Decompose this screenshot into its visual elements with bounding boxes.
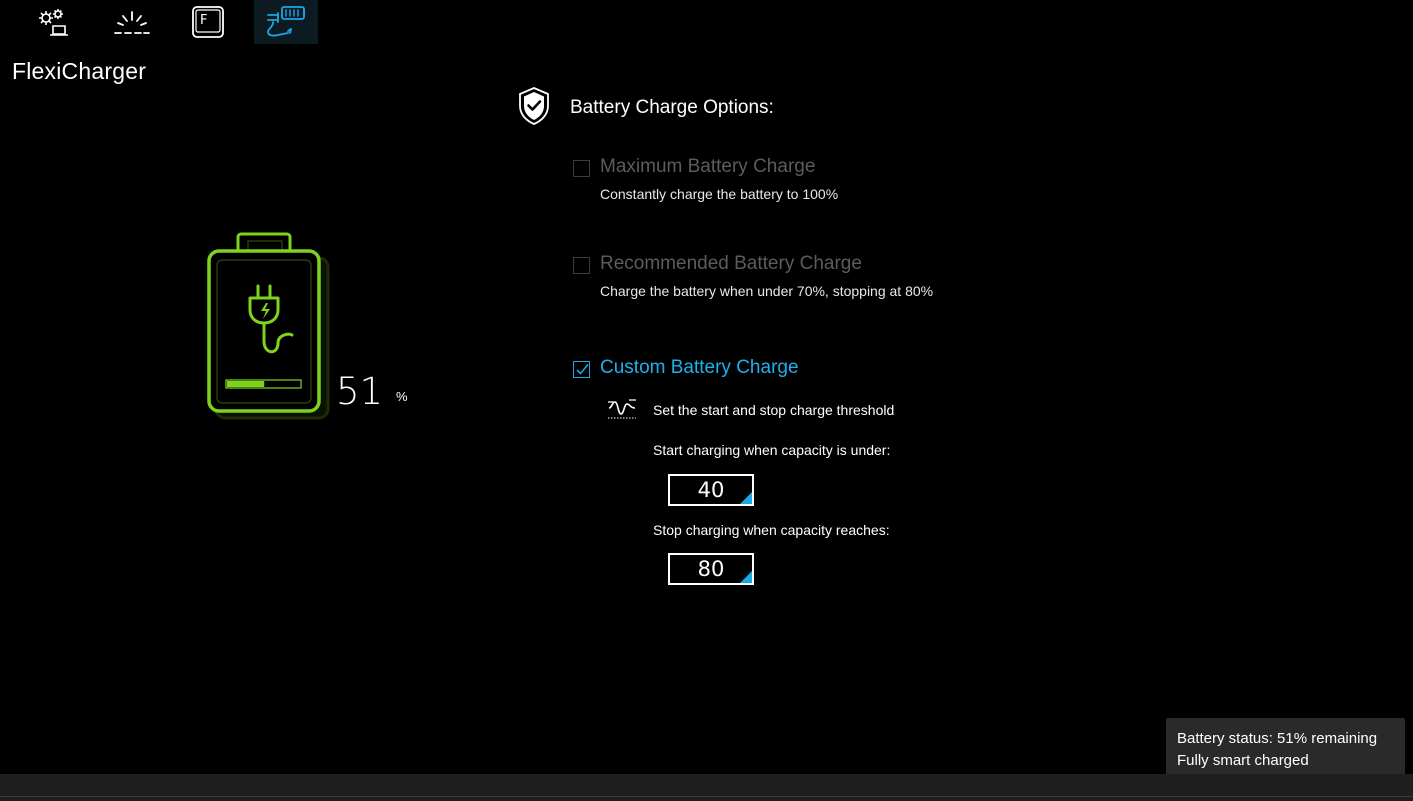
svg-text:F: F <box>200 13 207 28</box>
tooltip-line-charged: Fully smart charged <box>1177 752 1309 769</box>
battery-percent-value: 51 <box>336 370 384 413</box>
page-title: FlexiCharger <box>12 58 147 84</box>
light-burst-icon <box>114 11 150 34</box>
maximum-charge-checkbox[interactable] <box>573 160 590 177</box>
start-charging-label: Start charging when capacity is under: <box>653 442 891 458</box>
battery-icon <box>207 232 330 420</box>
battery-plug-icon <box>267 6 305 37</box>
divider <box>0 796 1413 797</box>
gear-laptop-icon <box>39 9 68 36</box>
toolbar-lighting-button[interactable] <box>100 0 164 44</box>
stop-charging-label: Stop charging when capacity reaches: <box>653 522 890 538</box>
tooltip-line-status: Battery status: 51% remaining <box>1177 730 1378 747</box>
toolbar-function-key-button[interactable]: F <box>176 0 240 44</box>
flexicharger-window: F FlexiCharger 51 % Battery Charge Optio… <box>0 0 1413 801</box>
maximum-charge-description: Constantly charge the battery to 100% <box>600 186 839 202</box>
f-key-icon: F <box>192 6 224 38</box>
toolbar-settings-button[interactable] <box>22 0 86 44</box>
bottom-bar <box>0 774 1413 801</box>
battery-percent-unit: % <box>396 389 408 404</box>
battery-graphic <box>198 222 338 427</box>
threshold-instruction: Set the start and stop charge threshold <box>653 402 895 418</box>
shield-check-icon <box>515 85 553 132</box>
dropdown-corner-icon <box>740 492 752 504</box>
checkmark-icon <box>576 363 589 375</box>
recommended-charge-checkbox[interactable] <box>573 257 590 274</box>
battery-status-tooltip: Battery status: 51% remaining Fully smar… <box>1166 718 1405 779</box>
custom-charge-checkbox[interactable] <box>573 361 590 378</box>
dropdown-corner-icon <box>740 571 752 583</box>
recommended-charge-description: Charge the battery when under 70%, stopp… <box>600 283 934 299</box>
start-threshold-value: 40 <box>697 478 725 502</box>
start-threshold-input[interactable]: 40 <box>668 474 754 506</box>
recommended-charge-label[interactable]: Recommended Battery Charge <box>600 253 862 275</box>
threshold-wave-icon <box>607 396 637 427</box>
battery-level-fill <box>227 381 265 387</box>
top-toolbar: F <box>0 0 330 44</box>
stop-threshold-value: 80 <box>697 557 725 581</box>
battery-charge-options-title: Battery Charge Options: <box>570 97 774 118</box>
maximum-charge-label[interactable]: Maximum Battery Charge <box>600 156 815 178</box>
toolbar-flexicharger-button[interactable] <box>254 0 318 44</box>
custom-charge-label[interactable]: Custom Battery Charge <box>600 357 799 379</box>
stop-threshold-input[interactable]: 80 <box>668 553 754 585</box>
